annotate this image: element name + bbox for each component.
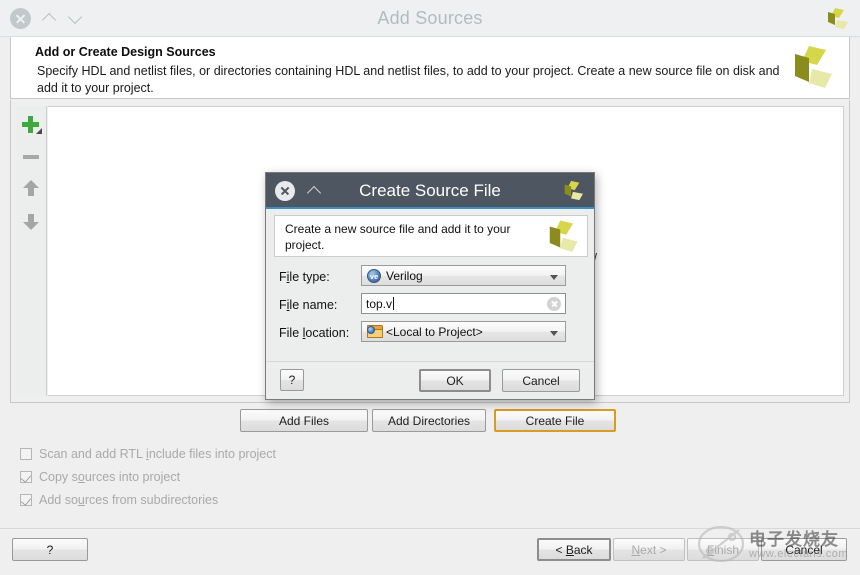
- dialog-title: Create Source File: [266, 173, 594, 209]
- file-location-value: <Local to Project>: [386, 325, 483, 339]
- dialog-description: Create a new source file and add it to y…: [285, 221, 525, 253]
- xilinx-logo-dialog-titlebar: [559, 180, 585, 202]
- dialog-cancel-button[interactable]: Cancel: [502, 369, 580, 392]
- dialog-banner: Create a new source file and add it to y…: [274, 215, 588, 257]
- verilog-icon: ve: [367, 269, 381, 283]
- dialog-help-button[interactable]: ?: [280, 369, 304, 391]
- next-button: Next >: [613, 538, 685, 561]
- dialog-form: File type: ve Verilog File name: top.v: [266, 265, 594, 349]
- checkbox-add-subdirectories[interactable]: [20, 494, 32, 506]
- file-location-select[interactable]: <Local to Project>: [361, 321, 566, 342]
- option-label: Copy sources into project: [39, 470, 180, 484]
- option-scan-rtl-include[interactable]: Scan and add RTL include files into proj…: [20, 447, 276, 461]
- chevron-down-icon[interactable]: [550, 275, 558, 280]
- xilinx-logo-banner: [785, 44, 835, 92]
- option-add-subdirectories[interactable]: Add sources from subdirectories: [20, 493, 218, 507]
- option-label: Scan and add RTL include files into proj…: [39, 447, 276, 461]
- dialog-titlebar: Create Source File: [266, 173, 594, 209]
- xilinx-logo-titlebar: [822, 7, 850, 31]
- field-row-file-location: File location: <Local to Project>: [266, 321, 594, 349]
- dialog-ok-button[interactable]: OK: [419, 369, 491, 392]
- file-type-select[interactable]: ve Verilog: [361, 265, 566, 286]
- create-file-button[interactable]: Create File: [494, 409, 616, 432]
- footer-separator: [0, 528, 860, 529]
- file-type-value: Verilog: [386, 269, 423, 283]
- sources-toolbar: [16, 106, 47, 396]
- add-files-button[interactable]: Add Files: [240, 409, 368, 432]
- back-button[interactable]: < Back: [537, 538, 611, 561]
- file-location-select-wrap: <Local to Project>: [361, 321, 566, 342]
- add-directories-button[interactable]: Add Directories: [372, 409, 486, 432]
- field-row-file-type: File type: ve Verilog: [266, 265, 594, 293]
- window-titlebar: Add Sources: [0, 0, 860, 37]
- window-title: Add Sources: [0, 0, 860, 37]
- checkbox-copy-sources[interactable]: [20, 471, 32, 483]
- file-type-label: File type:: [279, 270, 330, 284]
- field-row-file-name: File name: top.v: [266, 293, 594, 321]
- dialog-footer-separator: [266, 361, 594, 362]
- file-name-label: File name:: [279, 298, 337, 312]
- file-name-value: top.v: [366, 297, 394, 311]
- text-caret: [393, 297, 394, 310]
- finish-button: Finish: [687, 538, 759, 561]
- xilinx-logo-dialog-banner: [542, 219, 580, 255]
- clear-icon[interactable]: [547, 297, 561, 311]
- chevron-down-icon[interactable]: [550, 331, 558, 336]
- page-banner: Add or Create Design Sources Specify HDL…: [10, 37, 850, 99]
- file-name-input[interactable]: top.v: [361, 293, 566, 314]
- file-location-label: File location:: [279, 326, 349, 340]
- cancel-button[interactable]: Cancel: [761, 538, 847, 561]
- move-down-icon[interactable]: [20, 211, 42, 231]
- checkbox-scan-rtl-include[interactable]: [20, 448, 32, 460]
- help-button[interactable]: ?: [12, 538, 88, 561]
- create-source-file-dialog: Create Source File Create a new source f…: [265, 172, 595, 400]
- option-label: Add sources from subdirectories: [39, 493, 218, 507]
- add-sources-icon[interactable]: [20, 115, 42, 135]
- app-window: Add Sources Add or Create Design Sources…: [0, 0, 860, 575]
- option-copy-sources[interactable]: Copy sources into project: [20, 470, 180, 484]
- move-up-icon[interactable]: [20, 179, 42, 199]
- page-title: Add or Create Design Sources: [35, 45, 216, 59]
- remove-sources-icon[interactable]: [20, 147, 42, 167]
- file-type-select-wrap: ve Verilog: [361, 265, 566, 286]
- file-name-input-wrap: top.v: [361, 293, 566, 314]
- folder-globe-icon: [367, 325, 383, 338]
- page-description: Specify HDL and netlist files, or direct…: [37, 63, 797, 97]
